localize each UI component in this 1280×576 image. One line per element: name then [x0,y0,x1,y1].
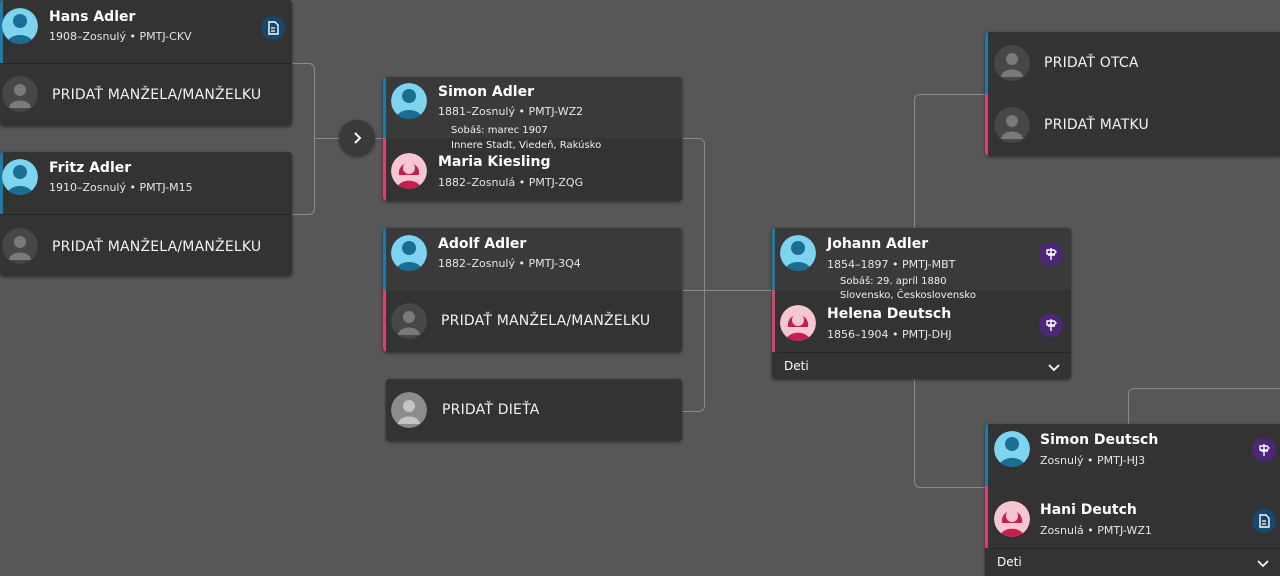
add-mother-label: PRIDAŤ MATKU [1044,117,1149,133]
chevron-down-icon [1048,364,1060,372]
male-avatar [391,235,427,271]
person-name: Hani Deutch [1040,502,1137,518]
children-label: Deti [784,359,809,373]
couple-card-simon-hani: Simon Deutsch Zosnulý • PMTJ-HJ3 Hani De… [985,424,1280,576]
add-spouse-label: PRIDAŤ MANŽELA/MANŽELKU [441,313,651,329]
couple-card-hans: Hans Adler 1908–Zosnulý • PMTJ-CKV PRIDA… [0,0,292,126]
person-lifespan-id: 1881–Zosnulý • PMTJ-WZ2 [438,105,584,118]
person-lifespan-id: 1882–Zosnulý • PMTJ-3Q4 [438,257,581,270]
male-avatar [2,159,38,195]
document-icon[interactable] [1252,509,1276,533]
add-spouse-row[interactable]: PRIDAŤ MANŽELA/MANŽELKU [0,64,292,126]
male-indicator [383,77,386,138]
couple-card-johann-helena: Johann Adler 1854–1897 • PMTJ-MBT Sobáš:… [772,228,1071,379]
female-indicator [985,94,988,156]
female-indicator [985,486,988,548]
person-lifespan-id: Zosnulá • PMTJ-WZ1 [1040,524,1152,537]
person-row-hani-deutch[interactable]: Hani Deutch Zosnulá • PMTJ-WZ1 [985,486,1280,548]
placeholder-avatar-icon [2,228,38,264]
female-indicator [772,290,775,352]
male-avatar [994,431,1030,467]
female-indicator [383,290,386,352]
male-indicator [772,228,775,290]
connector-line [682,138,705,412]
marriage-date: Sobáš: marec 1907 [451,125,548,136]
male-avatar [2,8,38,44]
placeholder-avatar-icon [994,107,1030,143]
person-name: Adolf Adler [438,236,527,252]
person-row-johann-adler[interactable]: Johann Adler 1854–1897 • PMTJ-MBT Sobáš:… [772,228,1071,290]
chevron-down-icon [1257,560,1269,568]
research-hint-icon[interactable] [1039,313,1063,337]
female-avatar [994,501,1030,537]
connector-line [292,63,315,215]
female-indicator [383,138,386,201]
marriage-place: Innere Stadt, Viedeň, Rakúsko [451,140,602,151]
add-father-label: PRIDAŤ OTCA [1044,55,1139,71]
male-avatar [391,83,427,119]
person-name: Fritz Adler [49,160,132,176]
person-row-simon-deutsch[interactable]: Simon Deutsch Zosnulý • PMTJ-HJ3 [985,424,1280,486]
research-hint-icon[interactable] [1039,242,1063,266]
person-row-simon-adler[interactable]: Simon Adler 1881–Zosnulý • PMTJ-WZ2 Sobá… [383,77,682,138]
add-child-label: PRIDAŤ DIEŤA [442,402,540,418]
person-lifespan-id: 1882–Zosnulá • PMTJ-ZQG [438,176,584,189]
person-lifespan-id: 1908–Zosnulý • PMTJ-CKV [49,30,192,43]
person-lifespan-id: 1910–Zosnulý • PMTJ-M15 [49,181,193,194]
female-avatar [780,305,816,341]
person-row-adolf-adler[interactable]: Adolf Adler 1882–Zosnulý • PMTJ-3Q4 [383,228,682,290]
research-hint-icon[interactable] [1252,438,1276,462]
add-spouse-label: PRIDAŤ MANŽELA/MANŽELKU [52,239,262,255]
person-name: Johann Adler [827,236,929,252]
add-spouse-row[interactable]: PRIDAŤ MANŽELA/MANŽELKU [0,215,292,276]
placeholder-avatar-icon [2,76,38,112]
chevron-right-icon [354,132,362,144]
person-lifespan-id: Zosnulý • PMTJ-HJ3 [1040,454,1146,467]
person-name: Simon Adler [438,84,534,100]
marriage-place: Slovensko, Československo [840,290,976,301]
person-lifespan-id: 1854–1897 • PMTJ-MBT [827,258,956,271]
female-avatar [391,153,427,189]
person-name: Hans Adler [49,9,136,25]
couple-card-simon-maria: Simon Adler 1881–Zosnulý • PMTJ-WZ2 Sobá… [383,77,682,201]
person-name: Maria Kiesling [438,154,551,170]
couple-card-fritz: Fritz Adler 1910–Zosnulý • PMTJ-M15 PRID… [0,152,292,276]
person-row-fritz-adler[interactable]: Fritz Adler 1910–Zosnulý • PMTJ-M15 [0,152,292,214]
person-name: Helena Deutsch [827,306,952,322]
couple-card-adolf: Adolf Adler 1882–Zosnulý • PMTJ-3Q4 PRID… [383,228,682,352]
person-lifespan-id: 1856–1904 • PMTJ-DHJ [827,328,952,341]
male-indicator [985,32,988,94]
add-mother-row[interactable]: PRIDAŤ MATKU [985,94,1280,156]
connector-line [1128,388,1280,429]
expand-children-button[interactable] [339,120,375,156]
parents-card: PRIDAŤ OTCA PRIDAŤ MATKU [985,32,1280,156]
placeholder-avatar-icon [994,45,1030,81]
children-dropdown[interactable]: Deti [778,352,1071,379]
person-row-hans-adler[interactable]: Hans Adler 1908–Zosnulý • PMTJ-CKV [0,0,292,63]
male-indicator [383,228,386,290]
person-name: Simon Deutsch [1040,432,1159,448]
add-child-card[interactable]: PRIDAŤ DIEŤA [386,379,682,441]
male-avatar [780,235,816,271]
male-indicator [985,424,988,486]
connector-line [682,290,774,291]
add-father-row[interactable]: PRIDAŤ OTCA [985,32,1280,94]
placeholder-avatar-icon [391,303,427,339]
document-icon[interactable] [261,16,285,40]
add-spouse-label: PRIDAŤ MANŽELA/MANŽELKU [52,87,262,103]
add-spouse-row[interactable]: PRIDAŤ MANŽELA/MANŽELKU [383,290,682,352]
children-label: Deti [997,555,1022,569]
children-dropdown[interactable]: Deti [991,548,1280,576]
marriage-date: Sobáš: 29. apríl 1880 [840,276,947,287]
placeholder-avatar-icon [391,392,427,428]
